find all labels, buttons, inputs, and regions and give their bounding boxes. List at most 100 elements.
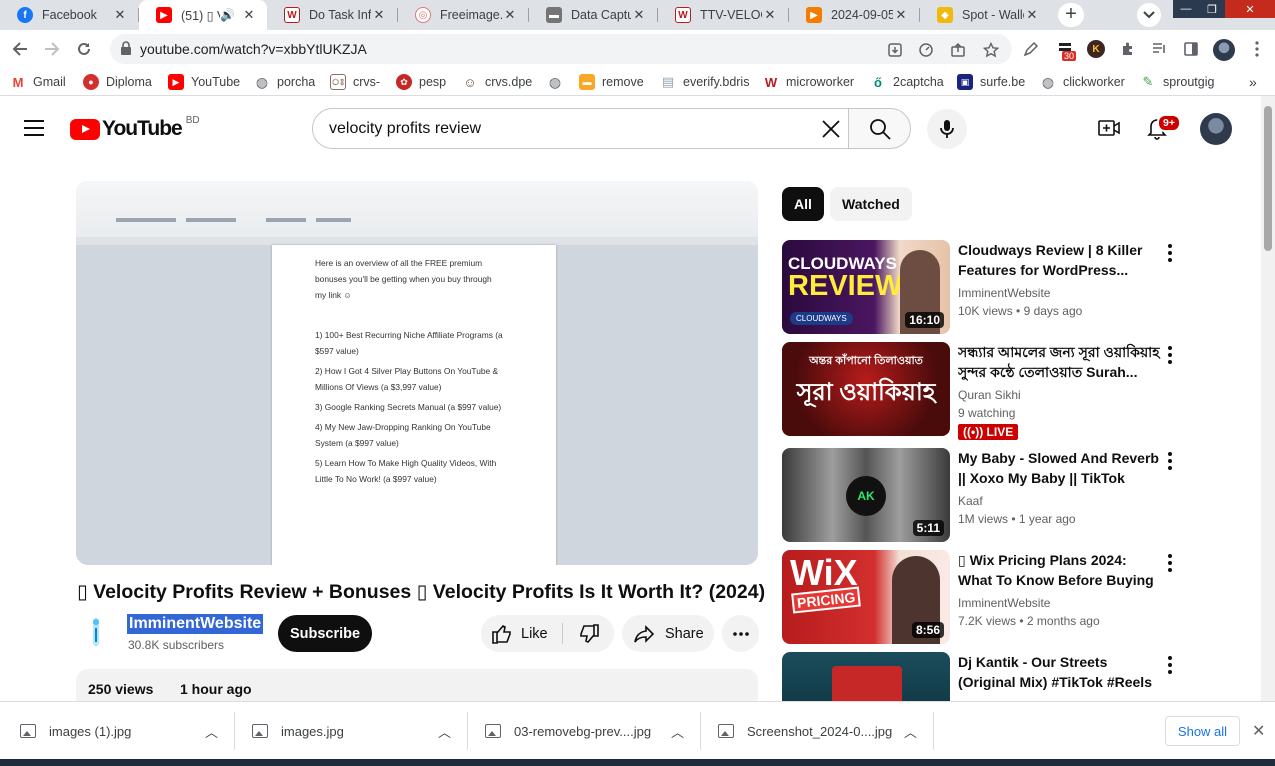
lock-icon[interactable] [120,41,132,56]
more-options-icon[interactable] [1168,346,1172,367]
share-page-icon[interactable] [950,42,966,58]
youtube-logo[interactable]: YouTube BD [70,115,200,141]
bookmark-diploma[interactable]: ● Diploma [83,73,152,91]
chevron-up-icon[interactable]: ︿ [671,702,684,760]
recommendation-item[interactable]: WiX PRICING 8:56 ▯ Wix Pricing Plans 202… [782,550,1182,644]
voice-search-button[interactable] [927,109,967,149]
tab-search-button[interactable] [1137,3,1161,27]
chevron-up-icon[interactable]: ︿ [904,702,917,760]
install-app-icon[interactable] [887,42,903,58]
tab-binance[interactable]: ◆ Spot - Walle ✕ [920,0,1050,30]
bookmark-pesp[interactable]: ✿ pesp [396,73,446,91]
bookmark-gmail[interactable]: M Gmail [10,73,66,91]
more-bookmarks-icon[interactable]: » [1249,73,1257,91]
bookmark-clickworker[interactable]: ◍ clickworker [1040,73,1125,91]
restore-button[interactable]: ❐ [1199,0,1225,18]
recommendation-channel[interactable]: Quran Sikhi [958,388,1021,402]
share-button[interactable]: Share [622,615,714,652]
recommendation-title[interactable]: Cloudways Review | 8 Killer Features for… [958,240,1163,280]
k-extension-icon[interactable]: K [1087,40,1105,58]
close-window-button[interactable]: ✕ [1225,0,1275,18]
download-item[interactable]: 03-removebg-prev....jpg [485,702,651,760]
forward-button[interactable] [41,38,63,60]
close-tab-icon[interactable]: ✕ [241,7,257,23]
recommendation-channel[interactable]: ImminentWebsite [958,596,1050,610]
account-avatar[interactable] [1200,113,1232,145]
chevron-up-icon[interactable]: ︿ [438,702,451,760]
recommendation-title[interactable]: ▯ Wix Pricing Plans 2024: What To Know B… [958,550,1163,590]
close-tab-icon[interactable]: ✕ [893,7,909,23]
url-text[interactable]: youtube.com/watch?v=xbbYtlUKZJA [140,41,367,57]
recommendation-title[interactable]: My Baby - Slowed And Reverb || Xoxo My B… [958,448,1163,488]
search-input[interactable]: velocity profits review [329,120,481,138]
clear-search-icon[interactable] [820,118,842,140]
reload-button[interactable] [73,38,95,60]
bookmark-youtube[interactable]: ▶ YouTube [168,73,240,91]
recommendation-channel[interactable]: ImminentWebsite [958,286,1050,300]
video-thumbnail[interactable]: CLOUDWAYS REVIEW CLOUDWAYS 16:10 [782,240,950,334]
scrollbar-thumb[interactable] [1264,106,1272,251]
close-tab-icon[interactable]: ✕ [112,7,128,23]
search-box[interactable]: velocity profits review [312,108,849,149]
video-thumbnail[interactable]: AK 5:11 [782,448,950,542]
video-thumbnail[interactable]: অন্তর কাঁপানো তিলাওয়াত সূরা ওয়াকিয়াহ [782,342,950,436]
tab-do-task[interactable]: W Do Task Info ✕ [267,0,397,30]
show-all-button[interactable]: Show all [1165,716,1240,746]
recommendation-item[interactable]: অন্তর কাঁপানো তিলাওয়াত সূরা ওয়াকিয়াহ … [782,342,1182,440]
bookmark-remove[interactable]: ▬ remove [579,73,644,91]
bookmark-2captcha[interactable]: ő 2captcha [870,73,944,91]
minimize-button[interactable]: — [1173,0,1199,18]
tab-data-capture[interactable]: ▬ Data Captur ✕ [529,0,657,30]
channel-avatar[interactable] [85,616,107,648]
bookmark-globe[interactable]: ◍ [547,73,570,91]
bookmark-crvs[interactable]: ঃ crvs- [330,73,380,91]
tab-facebook[interactable]: f Facebook ✕ [0,0,138,30]
recommendation-channel[interactable]: Kaaf [958,494,983,508]
create-button[interactable] [1097,116,1121,145]
tab-freeimage[interactable]: ◎ Freeimage.h ✕ [398,0,528,30]
new-tab-button[interactable]: + [1058,3,1084,27]
bookmark-porcha[interactable]: ◍ porcha [254,73,315,91]
video-thumbnail[interactable]: WiX PRICING 8:56 [782,550,950,644]
more-options-icon[interactable] [1168,554,1172,575]
close-tab-icon[interactable]: ✕ [502,7,518,23]
chevron-up-icon[interactable]: ︿ [205,702,218,760]
search-button[interactable] [848,108,911,149]
close-tab-icon[interactable]: ✕ [1024,7,1040,23]
bookmark-everify[interactable]: ▤ everify.bdris [660,73,749,91]
dislike-button[interactable] [563,615,614,652]
more-options-icon[interactable] [1168,244,1172,265]
video-thumbnail[interactable] [782,652,950,701]
close-tab-icon[interactable]: ✕ [631,7,647,23]
recommendation-item[interactable]: Dj Kantik - Our Streets (Original Mix) #… [782,652,1182,701]
tab-ttv-velocity[interactable]: W TTV-VELOCI ✕ [658,0,788,30]
bookmark-surfe[interactable]: ▣ surfe.be [957,73,1025,91]
side-panel-icon[interactable] [1182,40,1200,58]
tab-video-file[interactable]: ▶ 2024-09-05_ ✕ [789,0,919,30]
address-bar[interactable]: youtube.com/watch?v=xbbYtlUKZJA [110,34,1012,64]
more-actions-button[interactable] [722,615,759,652]
video-player[interactable]: Here is an overview of all the FREE prem… [76,181,758,565]
close-shelf-icon[interactable]: ✕ [1252,721,1265,741]
download-item[interactable]: images.jpg [252,702,344,760]
hamburger-menu-icon[interactable] [24,120,44,136]
chip-watched[interactable]: Watched [830,187,912,221]
bookmark-star-icon[interactable] [983,42,999,58]
channel-name[interactable]: ImminentWebsite [127,614,264,634]
kebab-menu-icon[interactable] [1248,40,1266,58]
performance-icon[interactable] [918,42,934,58]
bookmark-microworker[interactable]: Wmicroworker [763,73,854,91]
page-scrollbar[interactable] [1261,96,1275,701]
more-options-icon[interactable] [1168,452,1172,473]
recommendation-item[interactable]: CLOUDWAYS REVIEW CLOUDWAYS 16:10 Cloudwa… [782,240,1182,334]
tab-youtube[interactable]: ▶ (51) ▯ Ve 🔊 ✕ [139,0,267,30]
speaker-icon[interactable]: 🔊 [220,8,235,22]
profile-avatar[interactable] [1213,39,1235,61]
bookmark-crvs-dpe[interactable]: ☺ crvs.dpe [462,73,532,91]
more-options-icon[interactable] [1168,656,1172,677]
close-tab-icon[interactable]: ✕ [371,7,387,23]
recommendation-title[interactable]: Dj Kantik - Our Streets (Original Mix) #… [958,652,1163,692]
like-button[interactable]: Like [481,615,561,652]
media-control-icon[interactable] [1150,40,1168,58]
recommendation-title[interactable]: সন্ধ্যার আমলের জন্য সূরা ওয়াকিয়াহ সুন্… [958,342,1163,382]
